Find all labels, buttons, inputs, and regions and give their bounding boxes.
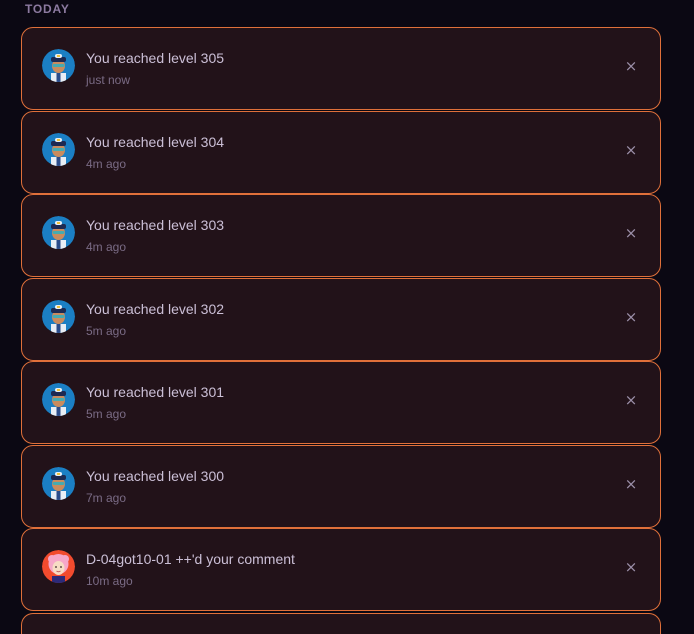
notification-card-partial[interactable]: [21, 613, 661, 634]
notification-time: 5m ago: [86, 323, 127, 338]
pink-haired-user-avatar-icon: [42, 550, 75, 583]
police-officer-avatar-icon: [42, 466, 75, 500]
close-icon[interactable]: ×: [624, 392, 638, 408]
notification-title: D-04got10-01 ++'d your comment: [86, 551, 295, 567]
notification-title: You reached level 303: [86, 217, 225, 233]
close-icon[interactable]: ×: [624, 559, 638, 575]
notification-time: 7m ago: [86, 490, 127, 505]
notification-title: You reached level 302: [86, 300, 225, 317]
notification-title: You reached level 305: [86, 50, 225, 66]
notification-card[interactable]: You reached level 301 5m ago ×: [21, 361, 661, 444]
police-officer-avatar-icon: [42, 216, 75, 249]
notification-card[interactable]: You reached level 300 7m ago ×: [21, 444, 661, 528]
notification-title: You reached level 300: [86, 467, 225, 484]
notification-time: 5m ago: [86, 407, 127, 421]
notification-time: just now: [86, 73, 131, 87]
notification-time: 4m ago: [86, 156, 127, 171]
section-label-today: TODAY: [25, 2, 70, 16]
close-icon[interactable]: ×: [624, 58, 638, 74]
notification-card[interactable]: You reached level 304 4m ago ×: [21, 110, 661, 194]
police-officer-avatar-icon: [42, 383, 75, 416]
close-icon[interactable]: ×: [624, 476, 638, 492]
notification-card[interactable]: You reached level 305 just now ×: [21, 27, 661, 110]
close-icon[interactable]: ×: [624, 309, 638, 325]
close-icon[interactable]: ×: [624, 142, 638, 158]
notification-card[interactable]: You reached level 302 5m ago ×: [21, 277, 661, 361]
notification-time: 10m ago: [86, 574, 133, 588]
police-officer-avatar-icon: [42, 49, 75, 82]
notification-card[interactable]: You reached level 303 4m ago ×: [21, 194, 661, 277]
notification-time: 4m ago: [86, 240, 127, 254]
close-icon[interactable]: ×: [624, 225, 638, 241]
notification-title: You reached level 301: [86, 384, 225, 400]
police-officer-avatar-icon: [42, 299, 75, 333]
notification-card[interactable]: D-04got10-01 ++'d your comment 10m ago ×: [21, 528, 661, 611]
police-officer-avatar-icon: [42, 132, 75, 166]
notification-title: You reached level 304: [86, 133, 225, 150]
